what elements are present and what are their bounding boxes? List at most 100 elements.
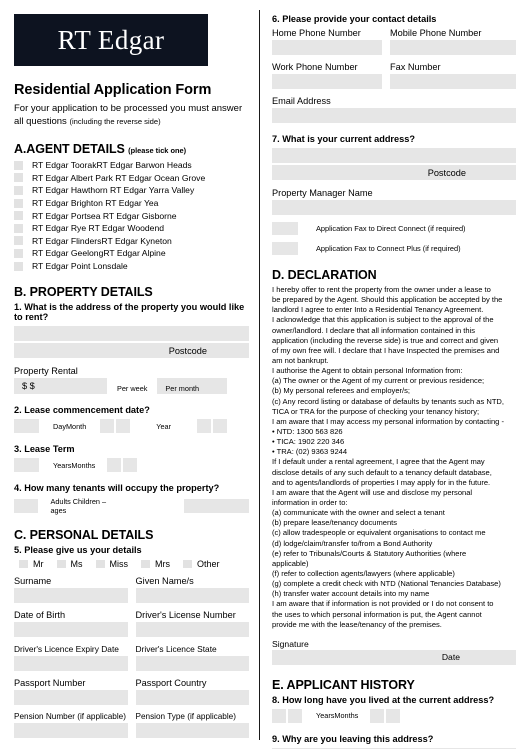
question-1-label: 1. What is the address of the property y… [14, 302, 245, 323]
months-input-2[interactable] [386, 708, 401, 723]
work-phone-input[interactable] [272, 74, 382, 89]
signature-input[interactable]: Date [272, 649, 516, 665]
agent-label: RT Edgar Rye RT Edgar Woodend [32, 223, 165, 234]
years-months-label: YearsMonths [316, 711, 359, 721]
checkbox-icon[interactable] [14, 248, 23, 258]
tenants-children-ages-input[interactable] [184, 499, 249, 514]
surname-input[interactable] [14, 588, 128, 604]
lease-year-input-1[interactable] [197, 419, 212, 434]
agent-option[interactable]: RT Edgar Albert Park RT Edgar Ocean Grov… [14, 172, 249, 185]
checkbox-icon[interactable] [14, 198, 23, 208]
section-a-heading: A.AGENT DETAILS (please tick one) [14, 142, 249, 156]
lease-term-months-input-2[interactable] [123, 458, 138, 473]
declaration-line: I hereby offer to rent the property from… [272, 285, 491, 294]
checkbox-icon[interactable] [14, 223, 23, 233]
property-rental-label: Property Rental [14, 366, 78, 377]
intro-small-note: (including the reverse side) [69, 117, 161, 127]
agent-option[interactable]: RT Edgar GeelongRT Edgar Alpine [14, 247, 249, 260]
current-address-input[interactable] [272, 148, 516, 163]
checkbox-icon[interactable] [14, 160, 23, 170]
checkbox-icon[interactable] [183, 560, 192, 569]
passport-country-input[interactable] [135, 690, 249, 706]
logo-text: RT Edgar [57, 24, 165, 55]
rental-amount-input[interactable]: $ $ [14, 378, 107, 395]
title-option-mrs[interactable]: Mrs [136, 559, 170, 569]
date-of-birth-input[interactable] [14, 622, 128, 638]
tenants-adults-input[interactable] [14, 499, 39, 514]
fax-number-label: Fax Number [390, 62, 441, 72]
fax-connect-plus-row[interactable]: Application Fax to Connect Plus (if requ… [272, 242, 516, 255]
title-option-ms[interactable]: Ms [52, 559, 83, 569]
agent-option[interactable]: RT Edgar ToorakRT Edgar Barwon Heads [14, 159, 249, 172]
home-phone-input[interactable] [272, 40, 382, 55]
work-fax-inputs-row [272, 74, 516, 89]
fax-number-input[interactable] [390, 74, 516, 89]
fax-connect-plus-label: Application Fax to Connect Plus (if requ… [316, 244, 461, 253]
agent-option[interactable]: RT Edgar Portsea RT Edgar Gisborne [14, 209, 249, 222]
title-label: Ms [70, 559, 83, 570]
checkbox-icon[interactable] [141, 560, 150, 569]
title-option-miss[interactable]: Miss [91, 559, 129, 570]
given-names-input[interactable] [135, 588, 249, 604]
years-input-1[interactable] [272, 708, 286, 723]
lease-term-years-input[interactable] [14, 458, 39, 473]
dob-licence-block: Date of Birth Driver's License Number [14, 610, 249, 638]
declaration-line: • TICA: 1902 220 346 [272, 437, 345, 447]
licence-expiry-input[interactable] [14, 656, 128, 672]
phone-labels-row: Home Phone Number Mobile Phone Number [272, 28, 516, 38]
checkbox-icon[interactable] [19, 560, 28, 569]
email-address-label: Email Address [272, 96, 331, 106]
passport-number-input[interactable] [14, 690, 128, 706]
rental-amount-value: $ $ [22, 381, 35, 392]
declaration-line: be prepared by the Agent. Should this ap… [272, 295, 503, 305]
checkbox-icon[interactable] [14, 211, 23, 221]
licence-state-input[interactable] [135, 656, 249, 672]
date-label: Date [441, 652, 460, 663]
pension-number-label: Pension Number (if applicable) [14, 712, 126, 722]
declaration-line: (c) Any record listing or database of de… [272, 396, 504, 406]
property-address-input[interactable] [14, 326, 249, 342]
checkbox-icon[interactable] [14, 173, 23, 183]
checkbox-icon[interactable] [272, 242, 298, 255]
agent-option[interactable]: RT Edgar Rye RT Edgar Woodend [14, 222, 249, 235]
drivers-license-number-input[interactable] [135, 622, 249, 638]
question-4-label: 4. How many tenants will occupy the prop… [14, 483, 220, 494]
title-option-mr[interactable]: Mr [14, 559, 44, 569]
agent-option[interactable]: RT Edgar FlindersRT Edgar Kyneton [14, 235, 249, 248]
agent-checkbox-list: RT Edgar ToorakRT Edgar Barwon Heads RT … [14, 159, 249, 272]
lease-month-input-2[interactable] [116, 419, 131, 434]
property-manager-label: Property Manager Name [272, 188, 373, 198]
pension-type-input[interactable] [135, 723, 249, 739]
agent-option[interactable]: RT Edgar Hawthorn RT Edgar Yarra Valley [14, 184, 249, 197]
declaration-line: • TRA: (02) 9363 9244 [272, 447, 348, 457]
surname-label: Surname [14, 576, 52, 587]
lease-month-input-1[interactable] [100, 419, 115, 434]
years-input-2[interactable] [288, 708, 302, 723]
pension-number-input[interactable] [14, 723, 128, 739]
current-address-postcode-input[interactable]: Postcode [272, 165, 516, 180]
checkbox-icon[interactable] [56, 560, 66, 569]
title-label: Miss [109, 559, 129, 570]
page-title: Residential Application Form [14, 82, 212, 98]
fax-direct-connect-row[interactable]: Application Fax to Direct Connect (if re… [272, 222, 516, 235]
lease-year-input-2[interactable] [213, 419, 228, 434]
agent-label: RT Edgar Portsea RT Edgar Gisborne [32, 210, 177, 221]
title-option-other[interactable]: Other [178, 559, 220, 569]
checkbox-icon[interactable] [95, 560, 105, 569]
declaration-line: (a) The owner or the Agent of my current… [272, 376, 485, 386]
mobile-phone-input[interactable] [390, 40, 516, 55]
lease-day-input[interactable] [14, 419, 39, 434]
email-address-input[interactable] [272, 108, 516, 123]
checkbox-icon[interactable] [272, 222, 298, 235]
checkbox-icon[interactable] [14, 261, 23, 271]
agent-option[interactable]: RT Edgar Point Lonsdale [14, 260, 249, 273]
question-7-label: 7. What is your current address? [272, 134, 415, 144]
lease-term-months-input-1[interactable] [107, 458, 122, 473]
agent-option[interactable]: RT Edgar Brighton RT Edgar Yea [14, 197, 249, 210]
checkbox-icon[interactable] [14, 185, 23, 195]
property-postcode-input[interactable]: Postcode [14, 343, 249, 359]
months-input-1[interactable] [370, 708, 385, 723]
checkbox-icon[interactable] [14, 236, 23, 246]
postcode-label: Postcode [168, 345, 207, 356]
property-manager-input[interactable] [272, 200, 516, 215]
